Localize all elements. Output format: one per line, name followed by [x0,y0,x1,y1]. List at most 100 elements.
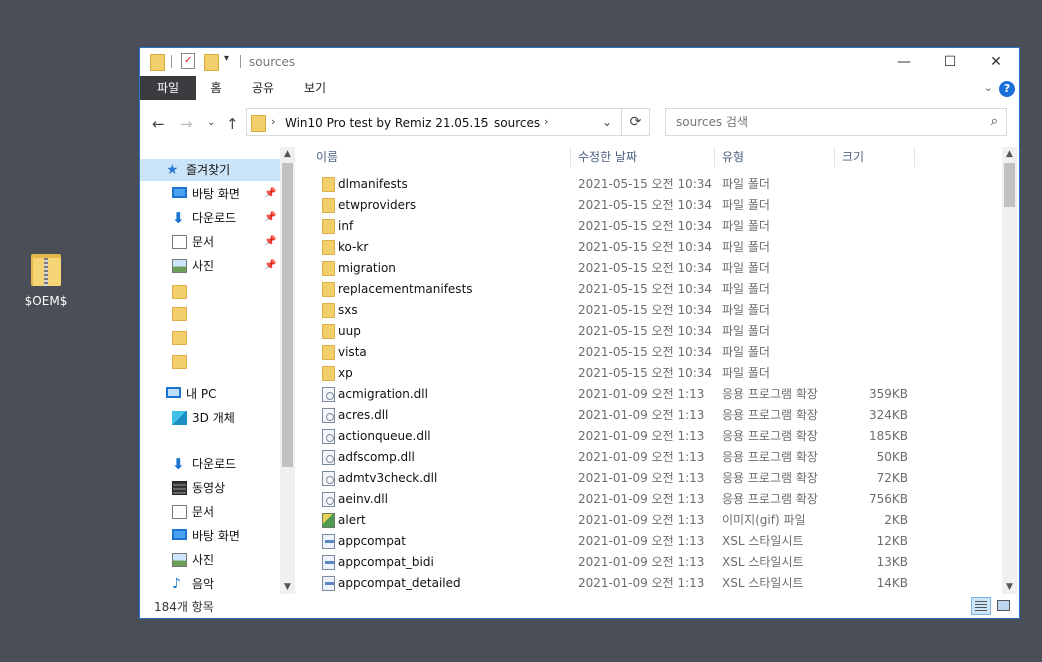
column-header-size[interactable]: 크기 [842,144,908,170]
back-arrow-icon[interactable]: ← [152,115,165,133]
file-row[interactable]: migration 2021-05-15 오전 10:34 파일 폴더 [296,258,996,279]
nav-item[interactable] [140,351,280,373]
nav-item[interactable] [140,327,280,349]
column-divider[interactable] [570,147,571,167]
file-name: dlmanifests [338,177,408,191]
file-row[interactable]: sxs 2021-05-15 오전 10:34 파일 폴더 [296,300,996,321]
nav-item[interactable]: ⬇ 다운로드 [140,453,280,475]
help-icon[interactable]: ? [999,81,1015,97]
file-row[interactable]: appcompat_bidi 2021-01-09 오전 1:13 XSL 스타일시… [296,552,996,573]
recent-locations-chevron-icon[interactable]: ⌄ [207,117,215,128]
expand-ribbon-icon[interactable]: ⌄ [984,81,993,94]
column-divider[interactable] [914,147,915,167]
file-row[interactable]: alert 2021-01-09 오전 1:13 이미지(gif) 파일 2KB [296,510,996,531]
nav-item[interactable]: 바탕 화면 [140,525,280,547]
file-date: 2021-05-15 오전 10:34 [578,261,713,275]
refresh-button[interactable]: ⟳ [622,108,650,136]
nav-item[interactable]: 문서 📌 [140,231,280,253]
column-divider[interactable] [714,147,715,167]
nav-item-label: 바탕 화면 [192,529,240,543]
file-row[interactable]: actionqueue.dll 2021-01-09 오전 1:13 응용 프로그램… [296,426,996,447]
nav-item[interactable]: ♪ 음악 [140,573,280,594]
customize-qa-icon[interactable]: ▾ [224,53,229,64]
properties-icon[interactable]: ✓ [181,53,195,69]
file-name: inf [338,219,354,233]
nav-item[interactable]: 동영상 [140,477,280,499]
breadcrumb-current[interactable]: sources [494,116,540,130]
file-date: 2021-01-09 오전 1:13 [578,534,705,548]
file-row[interactable]: adfscomp.dll 2021-01-09 오전 1:13 응용 프로그램 확장… [296,447,996,468]
address-row: ← → ⌄ ↑ › Win10 Pro test by Remiz 21.05.… [140,108,1019,140]
search-icon[interactable]: ⌕ [991,114,998,129]
column-header-name[interactable]: 이름 [316,144,556,170]
status-bar: 184개 항목 [140,594,1019,618]
file-row[interactable]: acmigration.dll 2021-01-09 오전 1:13 응용 프로그램… [296,384,996,405]
file-list-scrollbar[interactable]: ▲ ▼ [1002,147,1017,594]
up-arrow-icon[interactable]: ↑ [226,115,239,133]
address-bar[interactable]: › Win10 Pro test by Remiz 21.05.15 › sou… [246,108,622,136]
column-header-date[interactable]: 수정한 날짜 [578,144,708,170]
tab-share[interactable]: 공유 [244,76,282,100]
file-name: appcompat [338,534,406,548]
large-icons-view-button[interactable] [994,597,1014,615]
tab-file[interactable]: 파일 [140,76,196,100]
file-date: 2021-05-15 오전 10:34 [578,366,713,380]
maximize-button[interactable]: ☐ [927,48,973,76]
column-divider[interactable] [834,147,835,167]
nav-item[interactable]: 문서 [140,501,280,523]
file-row[interactable]: appcompat 2021-01-09 오전 1:13 XSL 스타일시트 12KB [296,531,996,552]
star-icon: ★ [166,162,179,178]
nav-item[interactable]: ★ 즐겨찾기 [140,159,280,181]
breadcrumb-chevron-icon[interactable]: › [480,115,484,128]
nav-item[interactable]: 사진 [140,549,280,571]
search-input[interactable] [674,114,978,130]
file-row[interactable]: appcompat_detailed 2021-01-09 오전 1:13 XSL … [296,573,996,594]
nav-item[interactable] [140,281,280,303]
file-type: 응용 프로그램 확장 [722,429,818,443]
breadcrumb-root[interactable]: Win10 Pro test by Remiz 21.05.15 [285,116,489,130]
cube-icon [172,411,187,425]
nav-scroll-thumb[interactable] [282,163,293,467]
folder-icon [322,324,335,339]
address-dropdown-icon[interactable]: ⌄ [602,115,612,129]
file-name: acmigration.dll [338,387,428,401]
file-row[interactable]: dlmanifests 2021-05-15 오전 10:34 파일 폴더 [296,174,996,195]
scroll-up-arrow-icon[interactable]: ▲ [1002,149,1017,159]
nav-item[interactable]: ⬇ 다운로드 📌 [140,207,280,229]
file-row[interactable]: vista 2021-05-15 오전 10:34 파일 폴더 [296,342,996,363]
desktop-folder-oem[interactable]: $OEM$ [18,250,74,308]
file-row[interactable]: aeinv.dll 2021-01-09 오전 1:13 응용 프로그램 확장 756… [296,489,996,510]
file-type: 이미지(gif) 파일 [722,513,806,527]
file-row[interactable]: admtv3check.dll 2021-01-09 오전 1:13 응용 프로그램… [296,468,996,489]
file-row[interactable]: replacementmanifests 2021-05-15 오전 10:34 파… [296,279,996,300]
file-row[interactable]: etwproviders 2021-05-15 오전 10:34 파일 폴더 [296,195,996,216]
nav-item[interactable]: 3D 개체 [140,407,280,429]
breadcrumb-chevron-icon[interactable]: › [271,115,275,128]
close-button[interactable]: ✕ [973,48,1019,76]
file-row[interactable]: xp 2021-05-15 오전 10:34 파일 폴더 [296,363,996,384]
nav-item[interactable]: 사진 📌 [140,255,280,277]
file-type: 파일 폴더 [722,261,770,275]
nav-item[interactable] [140,303,280,325]
scroll-up-arrow-icon[interactable]: ▲ [280,149,295,159]
minimize-button[interactable]: — [881,48,927,76]
nav-scrollbar[interactable]: ▲ ▼ [280,147,295,594]
details-view-button[interactable] [971,597,991,615]
nav-item-label: 3D 개체 [192,411,235,425]
scroll-down-arrow-icon[interactable]: ▼ [1002,582,1017,592]
search-box[interactable]: ⌕ [665,108,1007,136]
nav-item[interactable]: 내 PC [140,383,280,405]
new-folder-icon[interactable] [204,54,219,71]
file-scroll-thumb[interactable] [1004,163,1015,207]
file-row[interactable]: acres.dll 2021-01-09 오전 1:13 응용 프로그램 확장 324… [296,405,996,426]
tab-view[interactable]: 보기 [296,76,334,100]
breadcrumb-chevron-icon[interactable]: › [544,115,548,128]
tab-home[interactable]: 홈 [200,76,232,100]
forward-arrow-icon[interactable]: → [180,115,193,133]
nav-item[interactable]: 바탕 화면 📌 [140,183,280,205]
file-row[interactable]: inf 2021-05-15 오전 10:34 파일 폴더 [296,216,996,237]
scroll-down-arrow-icon[interactable]: ▼ [280,582,295,592]
file-row[interactable]: ko-kr 2021-05-15 오전 10:34 파일 폴더 [296,237,996,258]
column-header-type[interactable]: 유형 [722,144,822,170]
file-row[interactable]: uup 2021-05-15 오전 10:34 파일 폴더 [296,321,996,342]
